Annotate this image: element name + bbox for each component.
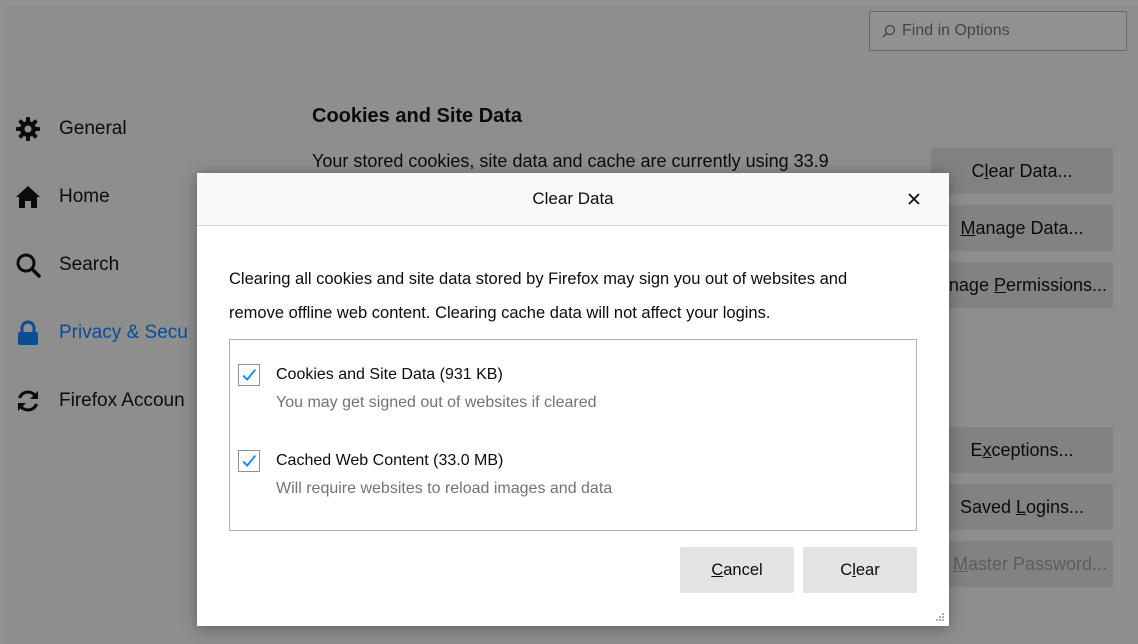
option-row[interactable]: Cookies and Site Data (931 KB) xyxy=(238,360,597,390)
resize-grip-icon[interactable] xyxy=(933,610,945,622)
clear-data-dialog: Clear Data Clearing all cookies and site… xyxy=(197,173,949,626)
option-label: Cached Web Content (33.0 MB) xyxy=(276,452,504,469)
close-button[interactable] xyxy=(901,186,927,212)
checkmark-icon xyxy=(242,455,256,467)
button-label-part: ear xyxy=(855,560,880,579)
access-key: C xyxy=(711,560,724,579)
clear-options-box: Cookies and Site Data (931 KB) You may g… xyxy=(229,339,917,531)
option-hint: You may get signed out of websites if cl… xyxy=(276,394,597,411)
checkmark-icon xyxy=(242,369,256,381)
dialog-title: Clear Data xyxy=(532,189,614,208)
button-label-part: ancel xyxy=(723,560,763,579)
cookies-checkbox[interactable] xyxy=(238,364,260,386)
dialog-message-line: remove offline web content. Clearing cac… xyxy=(229,304,771,322)
button-label-part: C xyxy=(840,560,853,579)
option-label: Cookies and Site Data (931 KB) xyxy=(276,366,503,383)
cache-checkbox[interactable] xyxy=(238,450,260,472)
close-icon xyxy=(908,193,920,205)
option-hint: Will require websites to reload images a… xyxy=(276,480,613,497)
cancel-button[interactable]: Cancel xyxy=(680,547,794,593)
dialog-message: Clearing all cookies and site data store… xyxy=(229,262,919,330)
option-row[interactable]: Cached Web Content (33.0 MB) xyxy=(238,446,612,476)
option-cookies-site-data: Cookies and Site Data (931 KB) You may g… xyxy=(238,360,597,412)
dialog-header: Clear Data xyxy=(197,173,949,226)
dialog-message-line: Clearing all cookies and site data store… xyxy=(229,270,848,288)
clear-button[interactable]: Clear xyxy=(803,547,917,593)
option-cached-web-content: Cached Web Content (33.0 MB) Will requir… xyxy=(238,446,612,498)
